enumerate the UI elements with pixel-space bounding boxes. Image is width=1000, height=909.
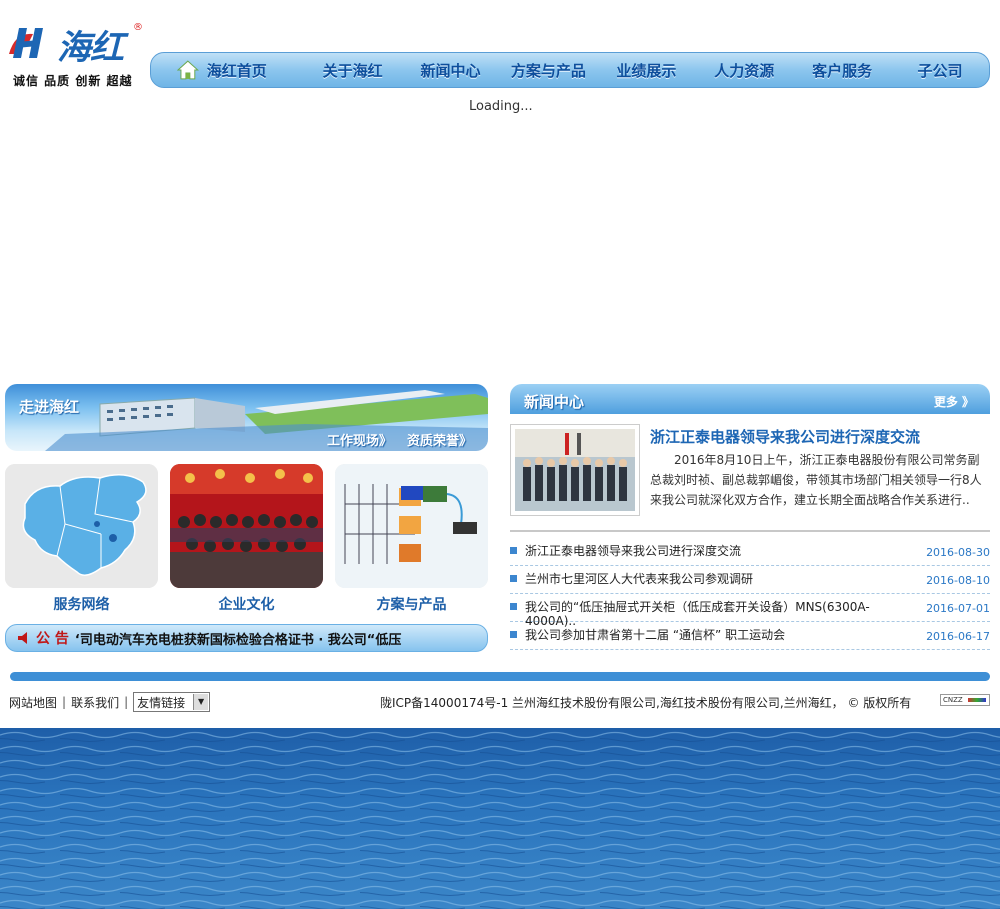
loading-text: Loading... — [469, 99, 533, 114]
news-item-title[interactable]: 浙江正泰电器领导来我公司进行深度交流 — [525, 544, 895, 558]
news-item-date: 2016-08-10 — [926, 574, 990, 587]
nav-item-hr[interactable]: 人力资源 — [695, 60, 793, 81]
bullet-icon — [510, 575, 517, 582]
notice-title: 公 告 — [36, 631, 69, 647]
feature-news-title[interactable]: 浙江正泰电器领导来我公司进行深度交流 — [650, 426, 920, 447]
news-section-title: 新闻中心 — [524, 393, 585, 411]
cnzz-counter-badge[interactable]: CNZZ — [940, 694, 990, 706]
meeting-photo — [515, 429, 635, 511]
news-list: 浙江正泰电器领导来我公司进行深度交流 2016-08-30 兰州市七里河区人大代… — [510, 538, 990, 650]
news-item-date: 2016-08-30 — [926, 546, 990, 559]
nav-item-about[interactable]: 关于海红 — [304, 60, 402, 81]
news-list-item[interactable]: 我公司的“低压抽屉式开关柜（低压成套开关设备）MNS(6300A-4000A).… — [510, 594, 990, 628]
bullet-icon — [510, 547, 517, 554]
corporate-culture-card[interactable]: 企业文化 — [170, 464, 323, 613]
solution-diagram-image — [335, 464, 488, 588]
site-logo[interactable]: 海红 ® 诚信 品质 创新 超越 — [5, 20, 145, 90]
dropdown-arrow-icon: ▼ — [193, 694, 209, 710]
logo-slogan: 诚信 品质 创新 超越 — [13, 74, 133, 88]
feature-news-photo[interactable] — [510, 424, 640, 516]
about-banner[interactable]: 走进海红 工作现场》 资质荣誉》 — [5, 384, 488, 451]
news-more-link[interactable]: 更多 》 — [934, 393, 974, 410]
footer-separator: | — [62, 695, 67, 709]
nav-item-service[interactable]: 客户服务 — [793, 60, 891, 81]
service-network-label: 服务网络 — [53, 597, 110, 613]
registered-mark: ® — [133, 22, 143, 33]
service-map-image — [5, 464, 158, 588]
cnzz-label: CNZZ — [943, 696, 963, 704]
worksite-link[interactable]: 工作现场》 — [327, 430, 392, 449]
news-item-date: 2016-07-01 — [926, 602, 990, 615]
news-item-date: 2016-06-17 — [926, 630, 990, 643]
corporate-culture-label: 企业文化 — [218, 597, 275, 613]
nav-item-news[interactable]: 新闻中心 — [402, 60, 500, 81]
home-icon[interactable] — [177, 60, 199, 80]
bullet-icon — [510, 603, 517, 610]
notice-marquee[interactable]: ‘司电动汽车充电桩获新国标检验合格证书 · 我公司“低压 — [75, 629, 401, 648]
news-list-item[interactable]: 浙江正泰电器领导来我公司进行深度交流 2016-08-30 — [510, 538, 990, 566]
service-network-card[interactable]: 服务网络 — [5, 464, 158, 613]
friend-links-select[interactable]: 友情链接 ▼ — [133, 692, 211, 712]
footer-links: 网站地图 | 联系我们 | 友情链接 ▼ — [9, 692, 211, 712]
footer-divider-bar — [10, 672, 990, 681]
logo-h-icon — [9, 28, 43, 58]
logo-brand-text: 海红 — [57, 28, 124, 68]
feature-divider — [510, 530, 990, 532]
feature-news-summary: 2016年8月10日上午，浙江正泰电器股份有限公司常务副总裁刘时祯、副总裁郭嵋俊… — [650, 453, 982, 507]
nav-item-home[interactable]: 海红首页 — [207, 60, 304, 81]
news-item-title[interactable]: 兰州市七里河区人大代表来我公司参观调研 — [525, 572, 895, 586]
notice-icon — [18, 632, 27, 644]
friend-links-selected: 友情链接 — [137, 695, 186, 710]
nav-item-subsidiary[interactable]: 子公司 — [891, 60, 989, 81]
notice-bar[interactable]: 公 告 ‘司电动汽车充电桩获新国标检验合格证书 · 我公司“低压 — [5, 624, 488, 652]
nav-item-achievements[interactable]: 业绩展示 — [597, 60, 695, 81]
about-title: 走进海红 — [19, 398, 80, 416]
main-nav: 海红首页 关于海红 新闻中心 方案与产品 业绩展示 人力资源 客户服务 子公司 — [150, 52, 990, 88]
news-item-title[interactable]: 我公司参加甘肃省第十二届 “通信杯” 职工运动会 — [525, 628, 895, 642]
copyright-text: 陇ICP备14000174号-1 兰州海红技术股份有限公司,海红技术股份有限公司… — [380, 696, 912, 710]
sitemap-link[interactable]: 网站地图 — [9, 694, 57, 711]
nav-item-solutions[interactable]: 方案与产品 — [499, 60, 597, 81]
contact-link[interactable]: 联系我们 — [71, 694, 119, 711]
bullet-icon — [510, 631, 517, 638]
footer-separator: | — [124, 695, 129, 709]
news-header: 新闻中心 更多 》 — [510, 384, 990, 414]
group-photo-image — [170, 464, 323, 588]
news-list-item[interactable]: 兰州市七里河区人大代表来我公司参观调研 2016-08-10 — [510, 566, 990, 594]
news-list-item[interactable]: 我公司参加甘肃省第十二届 “通信杯” 职工运动会 2016-06-17 — [510, 622, 990, 650]
qualification-link[interactable]: 资质荣誉》 — [407, 430, 472, 449]
solutions-label: 方案与产品 — [376, 597, 447, 613]
cnzz-bar-icon — [968, 698, 986, 702]
sea-background-image — [0, 728, 1000, 909]
solutions-card[interactable]: 方案与产品 — [335, 464, 488, 613]
